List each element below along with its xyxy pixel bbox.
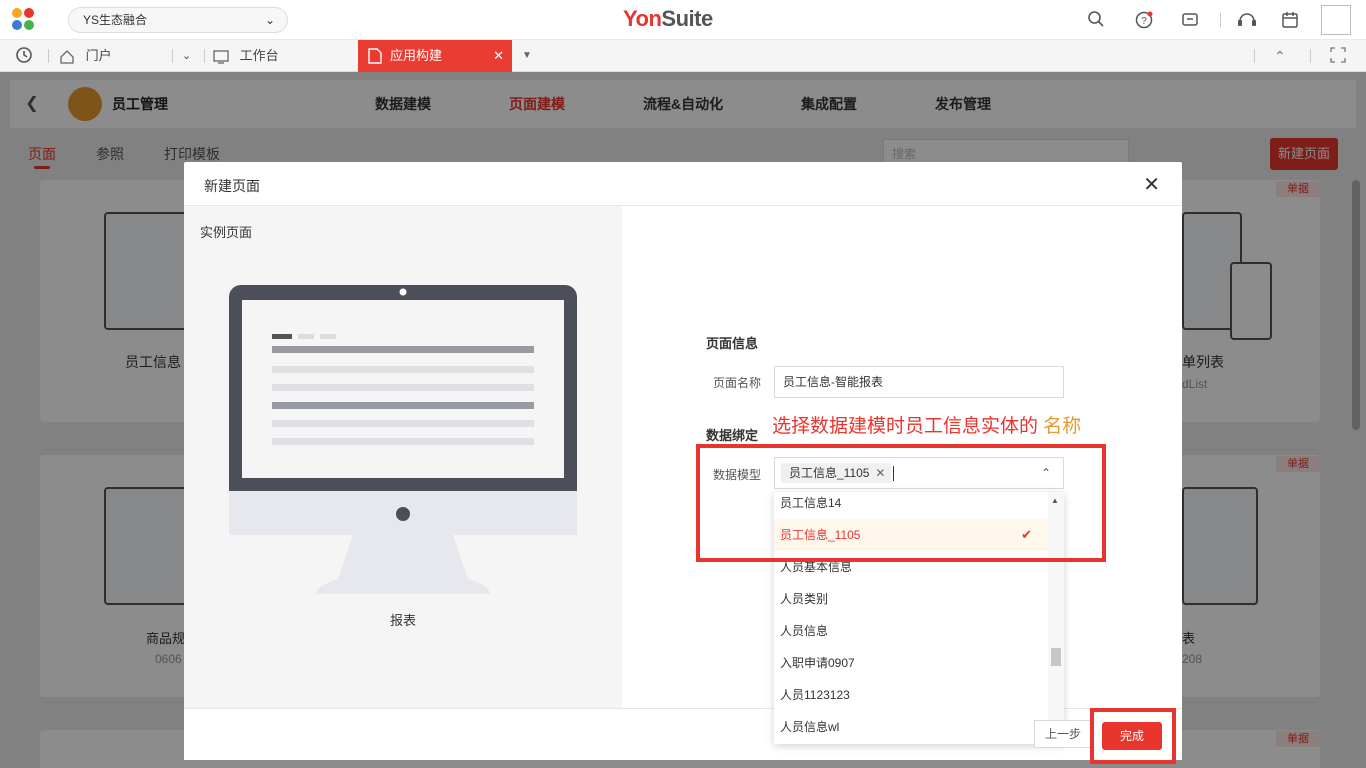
message-icon[interactable]: [1180, 10, 1200, 30]
divider: [1220, 13, 1221, 27]
home-icon: [60, 49, 74, 64]
tab-app-build-label: 应用构建: [390, 48, 443, 63]
tab-workbench-label: 工作台: [239, 48, 279, 63]
dropdown-option[interactable]: 入职申请0907: [774, 647, 1048, 679]
top-bar: YS生态融合 ⌄ YonSuite ?: [0, 0, 1366, 40]
close-icon[interactable]: ✕: [493, 40, 504, 72]
example-page-pane: 实例页面 报表: [184, 206, 622, 708]
document-icon: [368, 48, 382, 64]
customer-service-icon[interactable]: [1236, 10, 1256, 30]
tab-workbench[interactable]: 工作台: [212, 40, 279, 72]
monitor-illustration: [229, 285, 577, 594]
history-icon[interactable]: [14, 46, 34, 66]
calendar-icon[interactable]: [1280, 10, 1300, 30]
search-icon[interactable]: [1086, 10, 1106, 30]
fullscreen-icon[interactable]: [1328, 46, 1348, 66]
divider: [1310, 49, 1311, 63]
close-icon[interactable]: ✕: [1143, 172, 1160, 197]
tenant-selector[interactable]: YS生态融合 ⌄: [68, 7, 288, 33]
brand-logo: YonSuite: [623, 6, 713, 31]
dropdown-option[interactable]: 人员信息: [774, 615, 1048, 647]
previous-step-button[interactable]: 上一步: [1034, 720, 1092, 748]
app-logo-icon[interactable]: [12, 8, 38, 32]
annotation-text: 选择数据建模时员工信息实体的 名称: [772, 416, 1082, 437]
chevron-down-icon: ⌄: [264, 13, 275, 27]
dialog-title: 新建页面: [204, 178, 260, 194]
data-binding-title: 数据绑定: [706, 428, 759, 443]
chevron-down-icon[interactable]: ⌄: [182, 40, 191, 72]
tenant-name: YS生态融合: [83, 13, 148, 27]
report-label: 报表: [389, 613, 416, 628]
svg-text:?: ?: [1141, 16, 1147, 27]
tab-more-icon[interactable]: ▼: [522, 40, 532, 72]
tab-app-build[interactable]: 应用构建 ✕: [358, 40, 512, 72]
divider: [1254, 49, 1255, 63]
dropdown-option[interactable]: 人员类别: [774, 583, 1048, 615]
page-name-label: 页面名称: [713, 376, 762, 390]
divider: [48, 49, 49, 63]
tab-portal[interactable]: 门户: [58, 40, 112, 72]
dropdown-option[interactable]: 人员1123123: [774, 679, 1048, 711]
help-icon[interactable]: ?: [1134, 10, 1154, 30]
page-name-input[interactable]: 员工信息-智能报表: [774, 366, 1064, 398]
dialog-header: 新建页面 ✕: [184, 162, 1182, 206]
collapse-icon[interactable]: ⌃: [1274, 40, 1286, 72]
divider: [172, 49, 173, 63]
tab-portal-label: 门户: [85, 48, 112, 63]
divider: [204, 49, 205, 63]
monitor-icon: [213, 49, 229, 64]
tab-bar: 门户 ⌄ 工作台 应用构建 ✕ ▼ ⌃: [0, 40, 1366, 72]
highlight-box: [1090, 708, 1176, 764]
highlight-box: [696, 444, 1106, 562]
page-name-value: 员工信息-智能报表: [783, 375, 883, 389]
example-page-label: 实例页面: [200, 225, 253, 240]
dropdown-option[interactable]: 人员信息wl: [774, 711, 1048, 743]
page-info-title: 页面信息: [706, 336, 759, 351]
scrollbar-thumb[interactable]: [1051, 648, 1061, 666]
user-avatar[interactable]: [1321, 5, 1351, 35]
